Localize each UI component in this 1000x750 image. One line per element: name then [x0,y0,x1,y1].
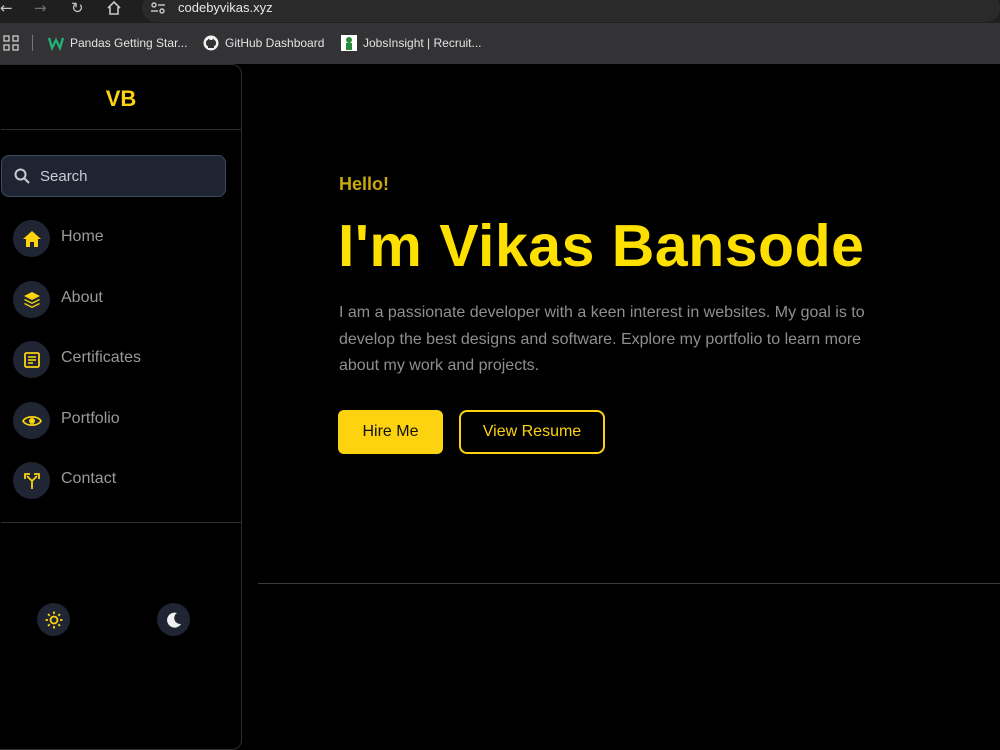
home-icon [13,220,50,257]
section-divider [258,583,1000,584]
github-icon [203,35,219,51]
view-resume-button[interactable]: View Resume [459,410,605,454]
bookmarks-bar: Pandas Getting Star... GitHub Dashboard … [0,23,1000,64]
sidebar-item-portfolio[interactable]: Portfolio [1,400,231,444]
bookmark-label: GitHub Dashboard [225,36,325,50]
site-settings-icon[interactable] [150,1,166,15]
back-button[interactable]: ← [0,0,13,18]
url-text[interactable]: codebyvikas.xyz [178,0,273,16]
sidebar-item-label: Certificates [61,349,142,366]
sidebar-item-about[interactable]: About [1,279,231,323]
hero-greeting: Hello! [339,174,390,194]
bookmark-pandas[interactable]: Pandas Getting Star... [48,35,187,51]
sidebar-item-label: Portfolio [61,410,120,427]
pandas-w-icon [48,37,64,51]
hero-title: I'm Vikas Bansode [338,213,865,279]
sidebar-item-certificates[interactable]: Certificates [1,339,231,383]
dark-theme-button[interactable] [157,603,190,636]
sidebar-item-home[interactable]: Home [1,218,231,262]
logo[interactable]: VB [1,65,241,130]
apps-grid-icon[interactable] [3,35,19,51]
sidebar-item-contact[interactable]: Contact [1,460,231,504]
sun-icon [45,611,62,628]
house-icon [107,0,121,15]
bookmark-jobsinsight[interactable]: JobsInsight | Recruit... [341,35,482,51]
light-theme-button[interactable] [37,603,70,636]
page: VB Home About Certificates [0,64,1000,750]
sidebar: VB Home About Certificates [0,64,242,750]
forward-button[interactable]: → [34,0,47,18]
certificate-icon [13,341,50,378]
sidebar-item-label: About [61,289,103,306]
search-box[interactable] [1,155,226,197]
sidebar-divider [1,522,241,523]
browser-toolbar: ← → ↻ codebyvikas.xyz [0,0,1000,23]
jobsinsight-icon [341,35,357,51]
hire-me-button[interactable]: Hire Me [338,410,443,454]
reload-button[interactable]: ↻ [71,0,84,18]
search-input[interactable] [40,164,210,188]
bookmark-github[interactable]: GitHub Dashboard [203,35,324,51]
bookmark-label: Pandas Getting Star... [70,36,188,50]
bookmark-separator [32,35,33,51]
moon-icon [166,612,181,628]
split-arrows-icon [13,462,50,499]
home-button[interactable] [106,0,122,18]
search-icon [14,168,30,184]
sidebar-item-label: Contact [61,470,117,487]
hero-description: I am a passionate developer with a keen … [339,304,865,374]
sidebar-item-label: Home [61,228,104,245]
eye-icon [13,402,50,439]
bookmark-label: JobsInsight | Recruit... [363,36,482,50]
layers-icon [13,281,50,318]
